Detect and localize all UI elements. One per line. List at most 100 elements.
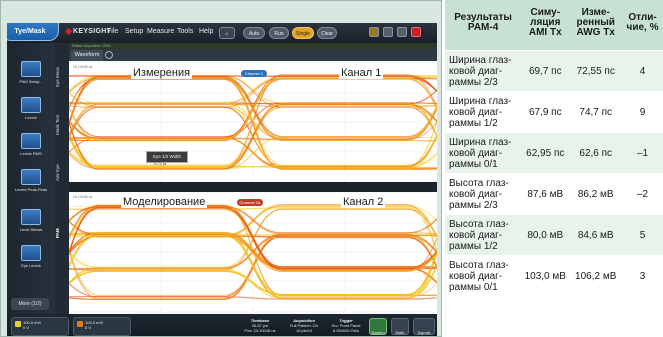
waveform-tabbar: Waveform — [69, 49, 437, 61]
menu-help[interactable]: Help — [199, 28, 213, 35]
channel-1-scale-chip[interactable]: 100.0 mV/ 0 V — [11, 317, 69, 336]
brand-label: KEYSIGHT — [73, 28, 112, 35]
signals-label: Signals — [417, 330, 431, 335]
row-sim: 62,95 пс — [521, 132, 570, 174]
waveform-panel: Pattern Acquisition 100% Waveform Измере… — [69, 43, 437, 314]
channel-1-badge[interactable]: Channel 1 — [241, 70, 267, 77]
left-sidebar: PAM Setup... Levels Levels RMS Levels Pe… — [7, 43, 55, 314]
acquisition-points: 16 pts/UI — [295, 328, 312, 333]
eye-separator — [69, 182, 437, 192]
channel-2-scale-chip[interactable]: 100.0 mV/ 0 V — [73, 317, 131, 336]
channel-1-color-icon — [15, 321, 21, 327]
menu-bar: KEYSIGHT File Setup Measure Tools Help ⌂… — [7, 23, 437, 49]
tab-eye-meas[interactable]: Eye Meas — [55, 57, 69, 97]
system-label: System — [371, 330, 385, 335]
eye2-caption: Моделирование — [121, 196, 208, 208]
table-row: Высота глаз-ковой диаг-раммы 2/3 87,6 мВ… — [445, 173, 663, 215]
eye-diagram-channel-1 — [69, 63, 437, 181]
eye-levels-button[interactable]: Eye Levels — [11, 245, 51, 268]
eye1-time-position: 24.10048 ns — [73, 65, 93, 69]
keysight-logo-icon — [65, 28, 72, 35]
pam-setup-label: PAM Setup... — [19, 79, 43, 84]
row-name: Высота глаз-ковой диаг-раммы 1/2 — [445, 214, 522, 256]
home-icon[interactable]: ⌂ — [219, 27, 235, 39]
table-row: Ширина глаз-ковой диаг-раммы 0/1 62,95 п… — [445, 132, 663, 174]
eye-width-marker-label: Eye 1/2 Width — [152, 154, 181, 159]
tab-waveform[interactable]: Waveform — [71, 50, 103, 61]
minimize-icon[interactable] — [383, 27, 393, 37]
levels-icon — [21, 97, 41, 113]
levels-peak-peak-button[interactable]: Levels Peak-Peak — [11, 169, 51, 192]
pam-setup-button[interactable]: PAM Setup... — [11, 61, 51, 84]
levels-rms-button[interactable]: Levels RMS — [11, 133, 51, 156]
system-button[interactable]: System — [369, 318, 387, 335]
row-diff: 5 — [622, 214, 663, 256]
eye1-caption: Измерения — [131, 67, 193, 79]
tab-play-icon[interactable] — [105, 51, 113, 59]
tab-pam[interactable]: PAM — [55, 221, 69, 245]
table-row: Ширина глаз-ковой диаг-раммы 2/3 69,7 пс… — [445, 50, 663, 92]
row-meas: 86,2 мВ — [569, 173, 623, 215]
levels-rms-label: Levels RMS — [20, 151, 42, 156]
row-sim: 80,0 мВ — [521, 214, 570, 256]
timebase-info[interactable]: Timebase 26.67 ps/ Pos: 24.10048 ns — [239, 318, 281, 333]
channel-2-color-icon — [77, 321, 83, 327]
timebase-position: Pos: 24.10048 ns — [244, 328, 276, 333]
levels-button[interactable]: Levels — [11, 97, 51, 120]
header-results: Результаты PAM-4 — [445, 0, 522, 51]
bottom-status-bar: 100.0 mV/ 0 V 100.0 mV/ 0 V Timebase 26.… — [7, 314, 437, 336]
level-skews-label: Level Skews — [19, 227, 43, 232]
menu-measure[interactable]: Measure — [147, 28, 174, 35]
row-name: Высота глаз-ковой диаг-раммы 2/3 — [445, 173, 522, 215]
trigger-info[interactable]: Trigger Src: Front Panel 6.250000 Gb/s — [325, 318, 367, 333]
restore-icon[interactable] — [397, 27, 407, 37]
clear-button[interactable]: Clear — [317, 27, 337, 39]
figure: KEYSIGHT File Setup Measure Tools Help ⌂… — [0, 0, 663, 337]
row-sim: 69,7 пс — [521, 50, 570, 92]
vertical-tabs: Eye Meas Mask Test Adv Eye PAM — [55, 43, 69, 314]
eye1-channel-caption: Канал 1 — [339, 67, 384, 79]
levels-rms-icon — [21, 133, 41, 149]
eye-levels-icon — [21, 245, 41, 261]
row-meas: 74,7 пс — [569, 91, 623, 133]
table-row: Высота глаз-ковой диаг-раммы 0/1 103,0 м… — [445, 255, 663, 296]
table-row: Высота глаз-ковой диаг-раммы 1/2 80,0 мВ… — [445, 214, 663, 256]
single-button[interactable]: Single — [292, 27, 314, 39]
close-icon[interactable] — [411, 27, 421, 37]
signals-button[interactable]: Signals — [413, 318, 435, 335]
row-diff: –2 — [622, 173, 663, 215]
more-button[interactable]: More (1/2) — [11, 298, 49, 310]
levels-peak-peak-label: Levels Peak-Peak — [14, 187, 48, 192]
levels-peak-peak-icon — [21, 169, 41, 185]
row-sim: 67,9 пс — [521, 91, 570, 133]
run-button[interactable]: Run — [269, 27, 289, 39]
eye-diagram-channel-2 — [69, 193, 437, 311]
tab-mask-test[interactable]: Mask Test — [55, 105, 69, 145]
channel-2-badge[interactable]: Channel 2A — [237, 199, 263, 206]
acquisition-info[interactable]: Acquisition Full Pattern: On 16 pts/UI — [283, 318, 325, 333]
auto-scale-button[interactable]: Auto Scale — [243, 27, 265, 49]
level-skews-button[interactable]: Level Skews — [11, 209, 51, 232]
oscilloscope-app: KEYSIGHT File Setup Measure Tools Help ⌂… — [7, 23, 437, 336]
row-meas: 62,6 пс — [569, 132, 623, 174]
oscilloscope-screenshot: KEYSIGHT File Setup Measure Tools Help ⌂… — [0, 0, 442, 337]
pam-setup-icon — [21, 61, 41, 77]
eye2-channel-caption: Канал 2 — [341, 196, 386, 208]
menu-tools[interactable]: Tools — [177, 28, 193, 35]
eye-levels-label: Eye Levels — [21, 263, 41, 268]
menu-setup[interactable]: Setup — [125, 28, 143, 35]
row-sim: 103,0 мВ — [521, 255, 570, 296]
tab-adv-eye[interactable]: Adv Eye — [55, 153, 69, 193]
row-meas: 84,6 мВ — [569, 214, 623, 256]
eye2-time-position: 24.10048 ns — [73, 195, 93, 199]
menu-file[interactable]: File — [107, 28, 118, 35]
tye-mask-button[interactable]: Tye/Mask — [7, 23, 59, 41]
row-diff: 9 — [622, 91, 663, 133]
acquisition-indicator-icon — [369, 27, 379, 37]
math-button[interactable]: Math — [391, 318, 409, 335]
row-name: Высота глаз-ковой диаг-раммы 0/1 — [445, 255, 522, 296]
row-meas: 106,2 мВ — [569, 255, 623, 296]
row-diff: 3 — [622, 255, 663, 296]
row-diff: –1 — [622, 132, 663, 174]
level-skews-icon — [21, 209, 41, 225]
